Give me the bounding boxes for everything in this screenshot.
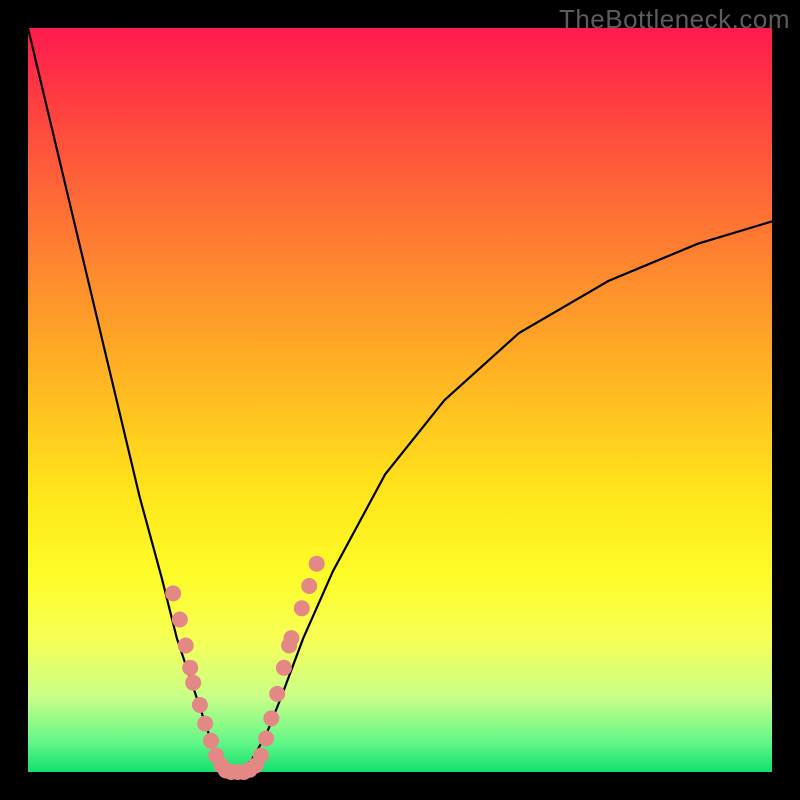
data-point — [182, 660, 198, 676]
right-curve — [236, 221, 772, 772]
data-point — [192, 697, 208, 713]
data-point — [203, 733, 219, 749]
data-point — [197, 716, 213, 732]
data-point — [276, 660, 292, 676]
plot-area — [28, 28, 772, 772]
data-point — [283, 630, 299, 646]
chart-frame: TheBottleneck.com — [0, 0, 800, 800]
data-point — [172, 612, 188, 628]
data-point — [263, 710, 279, 726]
data-point — [269, 686, 285, 702]
data-point — [301, 578, 317, 594]
data-point — [309, 556, 325, 572]
data-point — [253, 748, 269, 764]
data-point — [185, 675, 201, 691]
data-point — [294, 600, 310, 616]
chart-svg — [28, 28, 772, 772]
scatter-left — [165, 585, 229, 773]
left-curve — [28, 28, 236, 772]
watermark-text: TheBottleneck.com — [559, 4, 790, 35]
data-point — [258, 731, 274, 747]
data-point — [165, 585, 181, 601]
data-point — [178, 638, 194, 654]
scatter-right — [253, 556, 325, 764]
